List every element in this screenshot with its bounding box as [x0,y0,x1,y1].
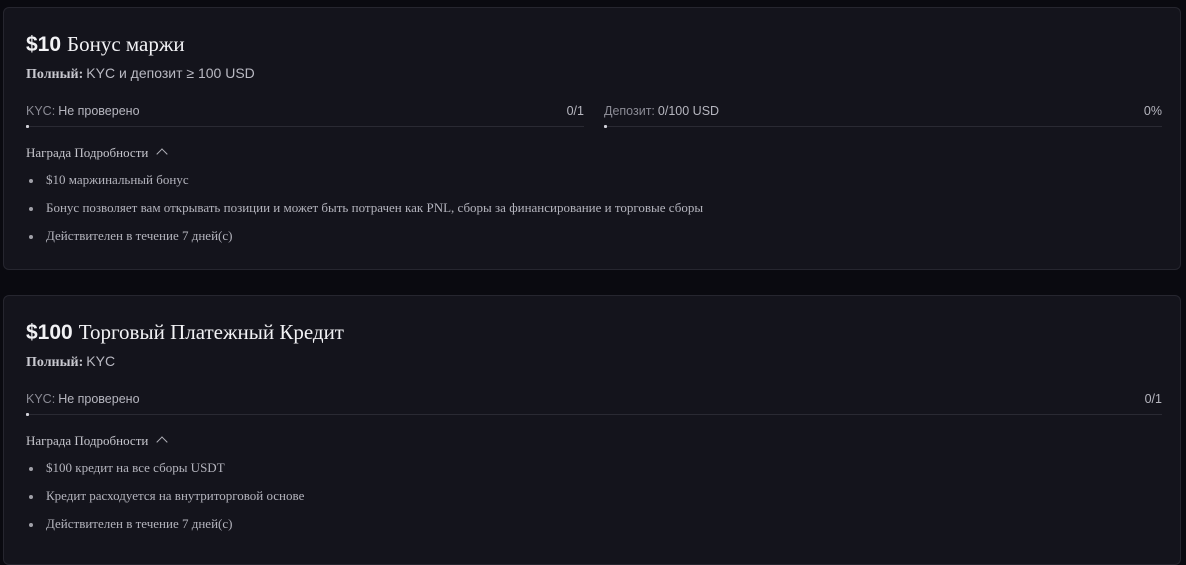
reward-title: Торговый Платежный Кредит [78,320,344,344]
progress-count: 0/1 [566,104,584,118]
bullet-dot-icon [29,495,33,499]
progress-label: Депозит: [604,104,655,118]
progress-status: Не проверено [58,392,140,406]
list-item: $100 кредит на все сборы USDT [26,460,304,488]
card-title: $10 Бонус маржи [26,32,185,57]
progress-label: KYC: [26,104,56,118]
requirement-label: Полный: [26,355,84,370]
reward-details-toggle[interactable]: Награда Подробности [26,145,168,161]
list-item-text: Кредит расходуется на внутриторговой осн… [46,488,305,503]
requirement-value: KYC [86,353,116,369]
reward-card-margin-bonus: $10 Бонус маржи Полный: KYC и депозит ≥ 10… [3,7,1181,270]
list-item: Кредит расходуется на внутриторговой осн… [26,488,304,516]
requirement-line: Полный: KYC [26,353,115,371]
progress-label: KYC: [26,392,56,406]
bullet-dot-icon [29,207,33,211]
progress-status: 0/100 USD [657,104,720,118]
reward-amount: $10 [26,33,62,56]
chevron-up-icon [156,436,168,448]
list-item-text: Действителен в течение 7 дней(с) [46,516,233,531]
reward-details-label: Награда Подробности [26,433,149,448]
progress-track [26,413,1162,416]
list-item: $10 маржинальный бонус [26,172,703,200]
progress-fill [26,125,29,128]
reward-amount: $100 [26,321,73,344]
bullet-dot-icon [29,179,33,183]
progress-fill [26,413,29,416]
list-item-text: Действителен в течение 7 дней(с) [46,228,233,243]
requirement-label: Полный: [26,67,84,82]
kyc-progress: KYC: Не проверено 0/1 [26,104,584,128]
progress-percent: 0% [1143,104,1162,118]
bullet-dot-icon [29,467,33,471]
reward-title: Бонус маржи [67,32,185,56]
bullet-dot-icon [29,235,33,239]
progress-track [26,125,584,128]
list-item-text: $10 маржинальный бонус [46,172,189,187]
deposit-progress: Депозит: 0/100 USD 0% [604,104,1162,128]
list-item-text: Бонус позволяет вам открывать позиции и … [46,200,704,215]
requirement-line: Полный: KYC и депозит ≥ 100 USD [26,65,255,83]
bullet-dot-icon [29,523,33,527]
chevron-up-icon [156,148,168,160]
progress-status: Не проверено [58,104,140,118]
progress-track [604,125,1162,128]
kyc-progress: KYC: Не проверено 0/1 [26,392,1162,416]
reward-details-list: $10 маржинальный бонус Бонус позволяет в… [26,172,703,256]
reward-details-toggle[interactable]: Награда Подробности [26,433,168,449]
progress-fill [604,125,607,128]
reward-details-list: $100 кредит на все сборы USDT Кредит рас… [26,460,304,544]
reward-details-label: Награда Подробности [26,145,149,160]
card-title: $100 Торговый Платежный Кредит [26,320,344,345]
requirement-value: KYC и депозит ≥ 100 USD [86,65,255,81]
progress-count: 0/1 [1144,392,1162,406]
list-item: Действителен в течение 7 дней(с) [26,516,304,544]
list-item: Бонус позволяет вам открывать позиции и … [26,200,703,228]
list-item: Действителен в течение 7 дней(с) [26,228,703,256]
reward-card-trading-credit: $100 Торговый Платежный Кредит Полный: KYC… [3,295,1181,565]
list-item-text: $100 кредит на все сборы USDT [46,460,225,475]
